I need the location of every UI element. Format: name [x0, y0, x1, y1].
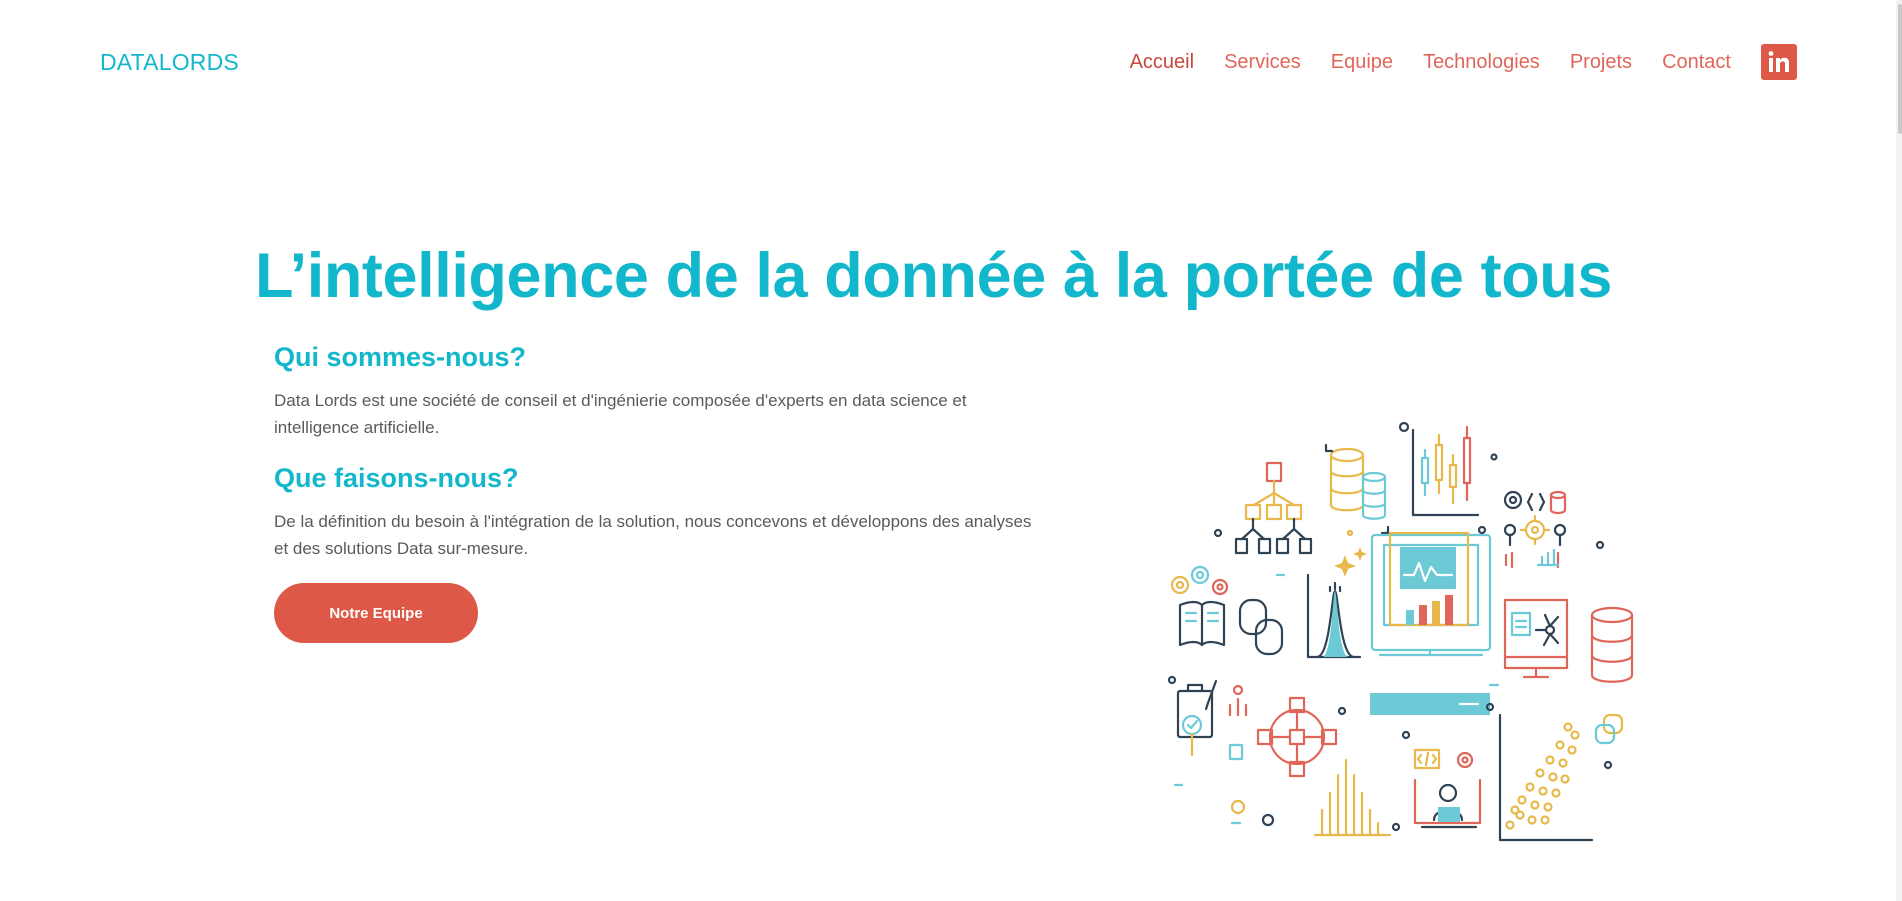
page-scrollbar[interactable] — [1896, 0, 1902, 901]
nav-contact[interactable]: Contact — [1662, 42, 1731, 82]
nav-accueil[interactable]: Accueil — [1130, 42, 1194, 82]
section-text-what: De la définition du besoin à l'intégrati… — [274, 512, 1032, 558]
page: DATALORDS Accueil Services Equipe Techno… — [0, 0, 1902, 901]
section-heading-who: Qui sommes-nous? — [274, 342, 527, 372]
section-heading-what: Que faisons-nous? — [274, 463, 519, 493]
nav-equipe[interactable]: Equipe — [1331, 42, 1393, 82]
scrollbar-thumb[interactable] — [1898, 4, 1902, 134]
nav-technologies[interactable]: Technologies — [1423, 42, 1540, 82]
nav-services[interactable]: Services — [1224, 42, 1301, 82]
team-button[interactable]: Notre Equipe — [274, 583, 478, 643]
nav-projets[interactable]: Projets — [1570, 42, 1632, 82]
brand-logo[interactable]: DATALORDS — [100, 49, 239, 76]
hero-title: L’intelligence de la donnée à la portée … — [255, 241, 1613, 311]
linkedin-icon[interactable] — [1761, 44, 1797, 80]
section-text-who: Data Lords est une société de conseil et… — [274, 391, 967, 437]
data-science-illustration — [1167, 421, 1634, 842]
main-nav: Accueil Services Equipe Technologies Pro… — [1130, 42, 1797, 82]
